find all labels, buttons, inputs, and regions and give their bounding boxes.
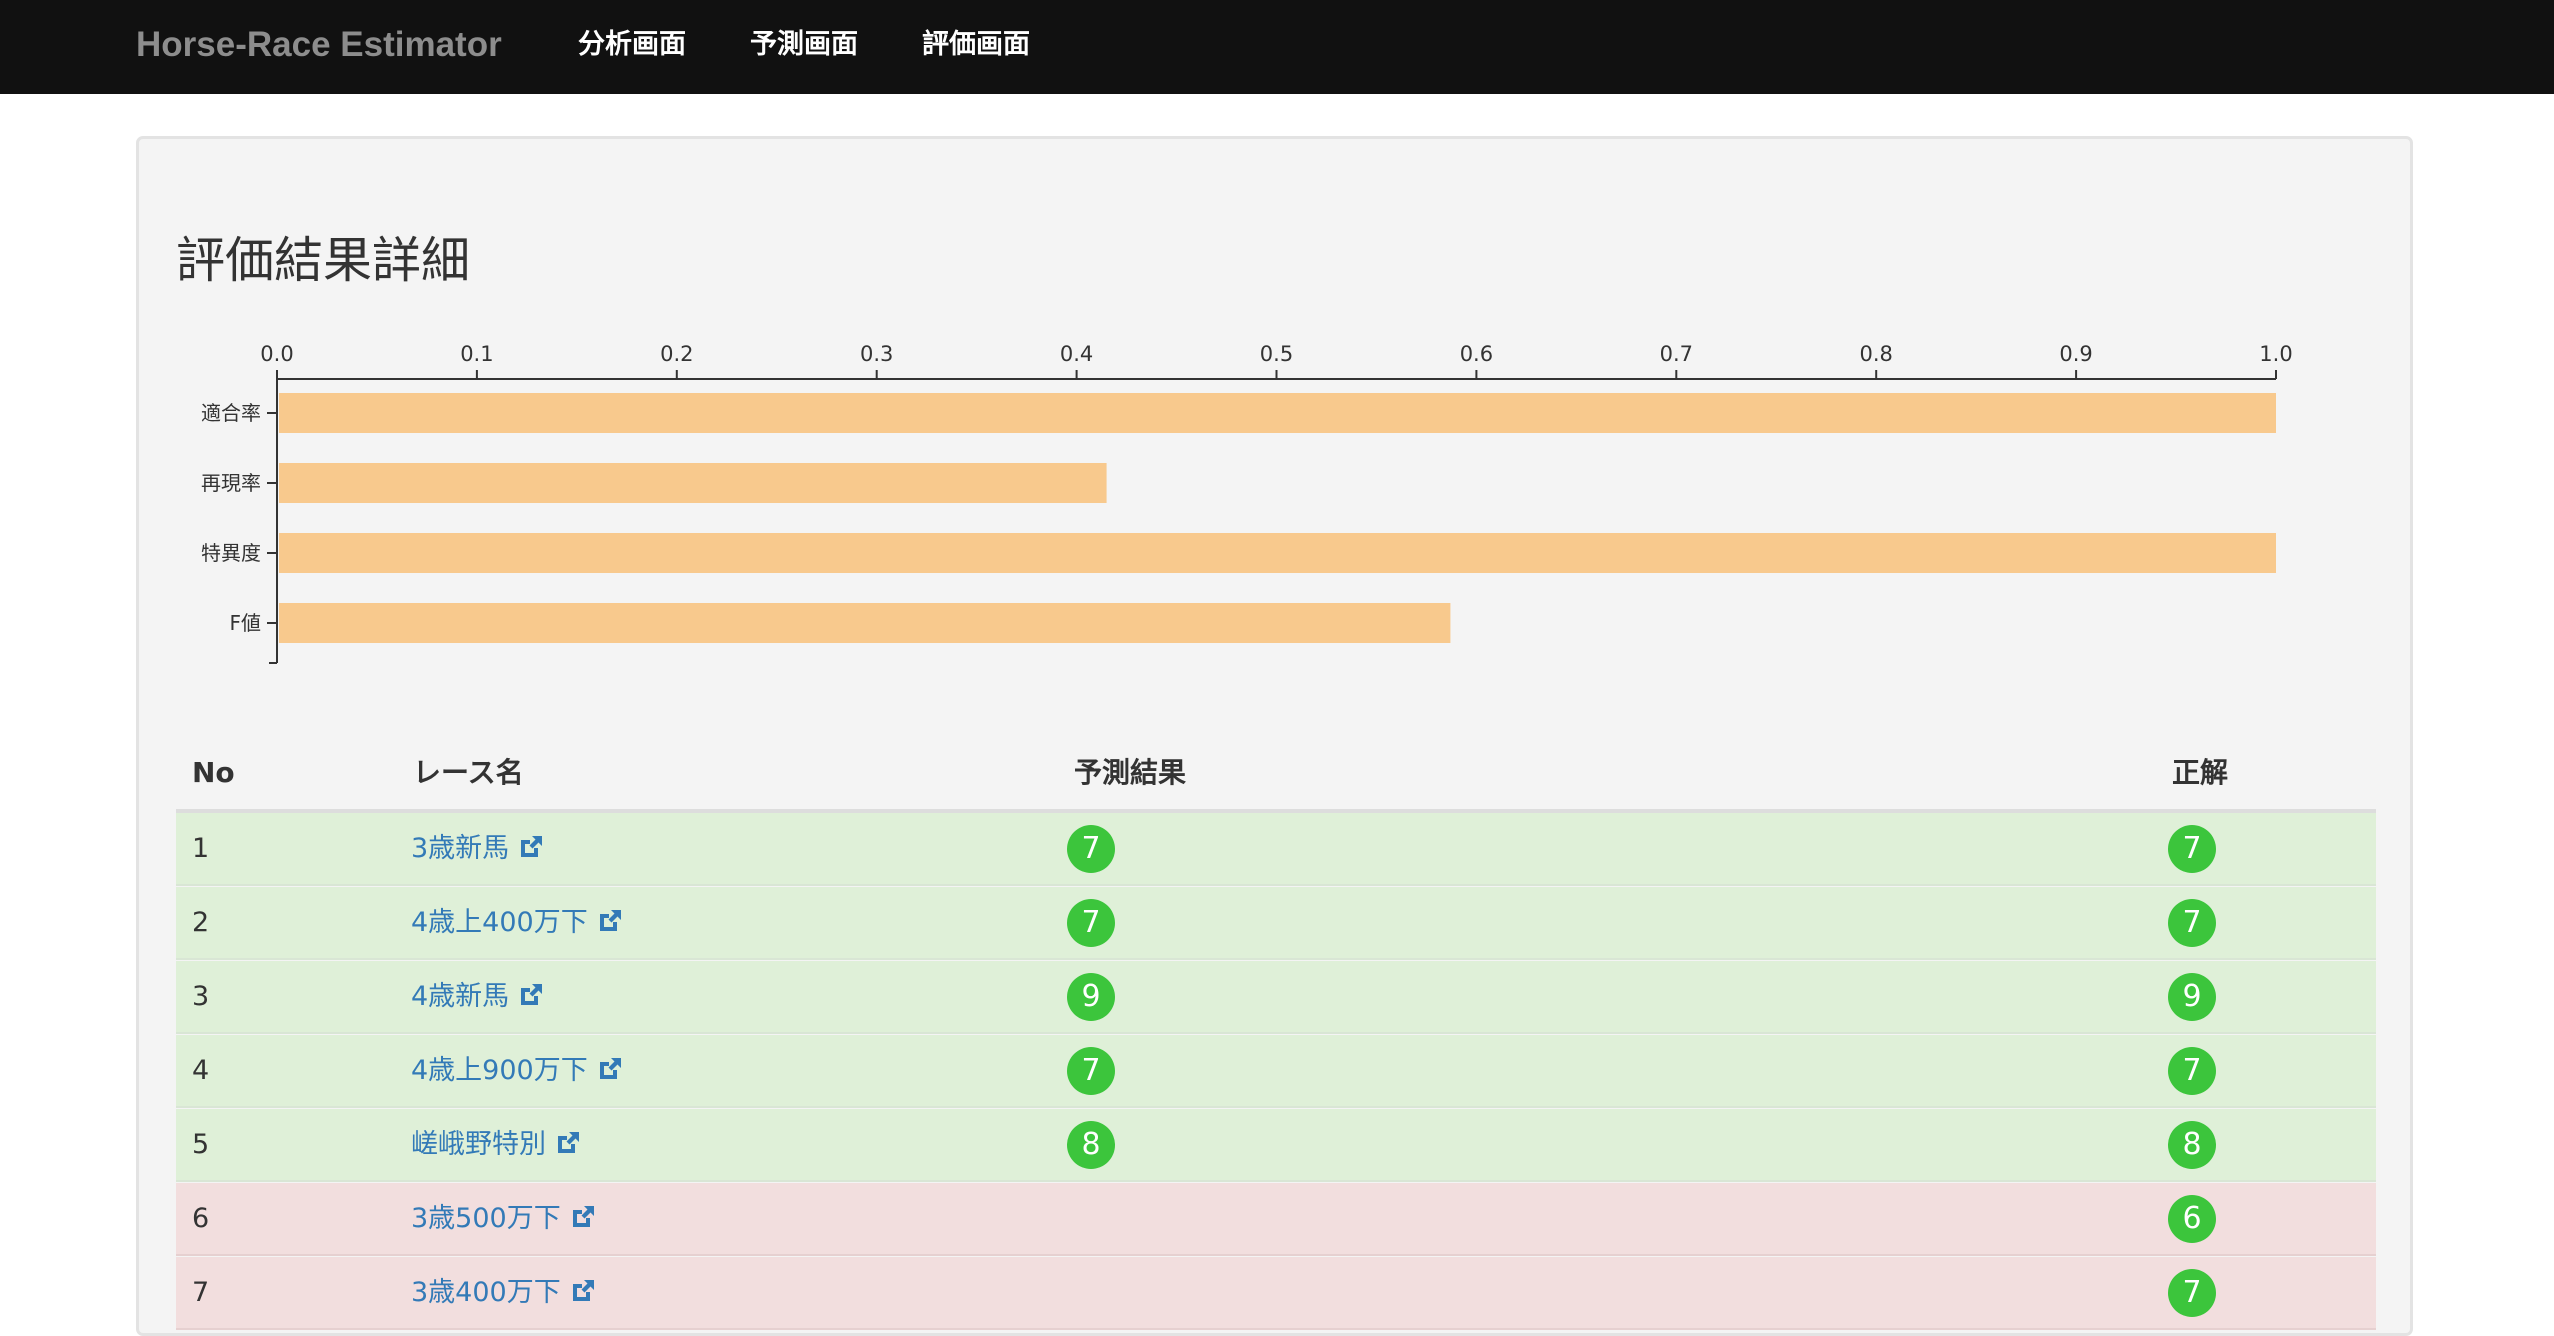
external-link-icon[interactable] [569, 1198, 597, 1227]
race-name-text: 3歳400万下 [411, 1277, 561, 1308]
race-name-link[interactable]: 3歳新馬 [411, 824, 545, 874]
x-tick-label: 0.3 [860, 342, 893, 366]
bar-0 [279, 393, 2276, 433]
column-header-race: レース名 [413, 756, 524, 789]
evaluation-bar-chart: 0.0 0.1 0.2 0.3 0.4 0.5 0.6 0.7 0.8 0.9 1.0 適合率再現率特… [201, 342, 2293, 664]
bar-2 [279, 533, 2276, 573]
external-link-icon[interactable] [596, 1050, 624, 1079]
x-tick-label: 0.2 [660, 342, 693, 366]
race-name-text: 3歳500万下 [411, 1203, 561, 1234]
x-tick-label: 0.5 [1260, 342, 1293, 366]
prediction-badge: 9 [1067, 973, 1115, 1021]
y-category-label: F値 [229, 611, 261, 635]
race-name-link[interactable]: 嵯峨野特別 [411, 1120, 582, 1170]
row-number: 6 [192, 1203, 210, 1234]
x-tick-label: 0.6 [1460, 342, 1493, 366]
prediction-badge: 8 [1067, 1121, 1115, 1169]
external-link-icon[interactable] [517, 976, 545, 1005]
table-row: 2 4歳上400万下 7 7 [176, 887, 2376, 960]
row-number: 5 [192, 1129, 210, 1160]
table-row: 3 4歳新馬 9 9 [176, 961, 2376, 1034]
prediction-badge: 7 [1067, 899, 1115, 947]
row-number: 1 [192, 833, 210, 864]
table-row: 6 3歳500万下 6 [176, 1183, 2376, 1256]
table-row: 1 3歳新馬 7 7 [176, 813, 2376, 886]
x-tick-label: 1.0 [2259, 342, 2292, 366]
answer-badge: 7 [2168, 899, 2216, 947]
table-row: 4 4歳上900万下 7 7 [176, 1035, 2376, 1108]
answer-badge: 7 [2168, 825, 2216, 873]
prediction-badge: 7 [1067, 1047, 1115, 1095]
x-tick-label: 0.8 [1859, 342, 1892, 366]
table-row: 5 嵯峨野特別 8 8 [176, 1109, 2376, 1182]
race-name-text: 3歳新馬 [411, 833, 510, 864]
external-link-icon[interactable] [554, 1124, 582, 1153]
x-tick-label: 0.1 [460, 342, 493, 366]
row-number: 2 [192, 907, 210, 938]
column-header-answer: 正解 [2172, 756, 2229, 789]
race-name-text: 4歳上400万下 [411, 907, 588, 938]
external-link-icon[interactable] [517, 828, 545, 857]
column-header-no: No [192, 756, 235, 789]
external-link-icon[interactable] [569, 1272, 597, 1301]
table-row: 7 3歳400万下 7 [176, 1257, 2376, 1330]
answer-badge: 8 [2168, 1121, 2216, 1169]
y-category-label: 特異度 [201, 541, 261, 565]
x-tick-label: 0.9 [2059, 342, 2092, 366]
prediction-badge: 7 [1067, 825, 1115, 873]
answer-badge: 7 [2168, 1047, 2216, 1095]
row-number: 3 [192, 981, 210, 1012]
x-tick-label: 0.7 [1660, 342, 1693, 366]
bar-1 [279, 463, 1107, 503]
y-category-label: 再現率 [201, 471, 261, 495]
race-name-link[interactable]: 4歳上900万下 [411, 1046, 624, 1096]
row-number: 4 [192, 1055, 210, 1086]
race-name-link[interactable]: 3歳500万下 [411, 1194, 597, 1244]
column-header-prediction: 予測結果 [1074, 756, 1187, 789]
x-tick-label: 0.4 [1060, 342, 1093, 366]
race-name-link[interactable]: 4歳新馬 [411, 972, 545, 1022]
bar-3 [279, 603, 1451, 643]
row-number: 7 [192, 1277, 210, 1308]
race-name-text: 4歳新馬 [411, 981, 510, 1012]
race-name-link[interactable]: 3歳400万下 [411, 1268, 597, 1318]
answer-badge: 6 [2168, 1195, 2216, 1243]
race-name-text: 嵯峨野特別 [411, 1129, 546, 1160]
external-link-icon[interactable] [596, 902, 624, 931]
race-name-link[interactable]: 4歳上400万下 [411, 898, 624, 948]
answer-badge: 9 [2168, 973, 2216, 1021]
race-name-text: 4歳上900万下 [411, 1055, 588, 1086]
y-category-label: 適合率 [201, 401, 261, 425]
x-tick-label: 0.0 [260, 342, 293, 366]
